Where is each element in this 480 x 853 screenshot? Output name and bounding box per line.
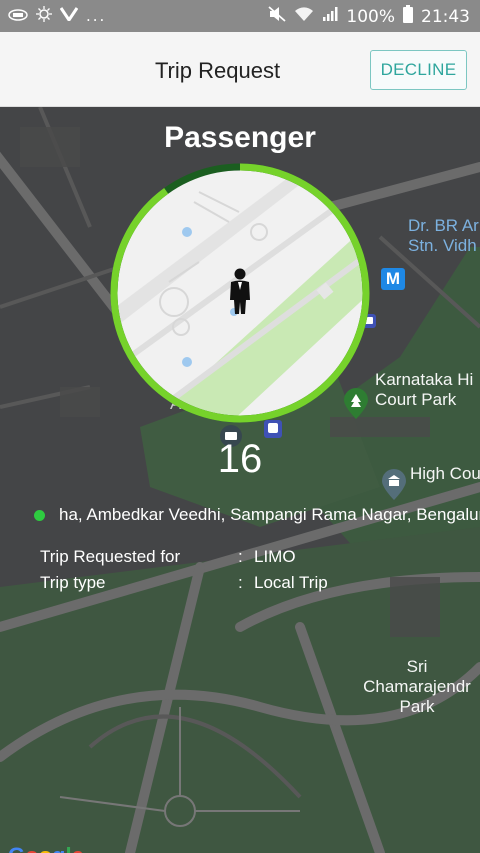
pickup-dot-icon xyxy=(34,510,45,522)
passenger-heading: Passenger xyxy=(164,121,316,154)
status-right: 100% 21:43 xyxy=(268,5,470,28)
map-label-court-park: Karnataka Hi Court Park xyxy=(375,370,474,409)
status-bar: ... 100% 21:43 xyxy=(0,0,480,32)
app-bar: Trip Request DECLINE xyxy=(0,32,480,107)
trip-type-value: Local Trip xyxy=(254,573,328,592)
countdown-timer: 16 xyxy=(217,437,263,481)
battery-icon xyxy=(403,5,413,28)
signal-icon xyxy=(322,6,338,27)
map-label-park: Sri Chamarajendr Park xyxy=(363,657,471,716)
google-logo: Google xyxy=(8,843,84,853)
trip-requested-for-separator: : xyxy=(238,547,243,566)
pickup-address: ha, Ambedkar Veedhi, Sampangi Rama Nagar… xyxy=(34,505,480,529)
passenger-map-preview[interactable] xyxy=(109,162,371,424)
battery-level: 100% xyxy=(346,6,395,27)
trip-requested-for-label: Trip Requested for xyxy=(40,547,181,566)
trip-type-label: Trip type xyxy=(40,573,106,592)
trip-requested-for-value: LIMO xyxy=(254,547,296,566)
carrier-icon xyxy=(8,7,28,25)
passenger-icon xyxy=(229,268,251,319)
pickup-address-text: ha, Ambedkar Veedhi, Sampangi Rama Nagar… xyxy=(59,505,480,524)
clock: 21:43 xyxy=(421,6,470,27)
trip-type-separator: : xyxy=(238,573,243,592)
map-label-station: Dr. BR Ar Stn. Vidh xyxy=(408,216,479,255)
v-icon xyxy=(59,7,79,25)
metro-icon: M xyxy=(381,268,405,290)
status-left: ... xyxy=(8,6,106,26)
sync-icon xyxy=(36,6,52,26)
decline-button[interactable]: DECLINE xyxy=(370,50,467,90)
wifi-icon xyxy=(294,6,314,27)
more-notifications: ... xyxy=(86,7,107,25)
mute-icon xyxy=(268,6,286,27)
